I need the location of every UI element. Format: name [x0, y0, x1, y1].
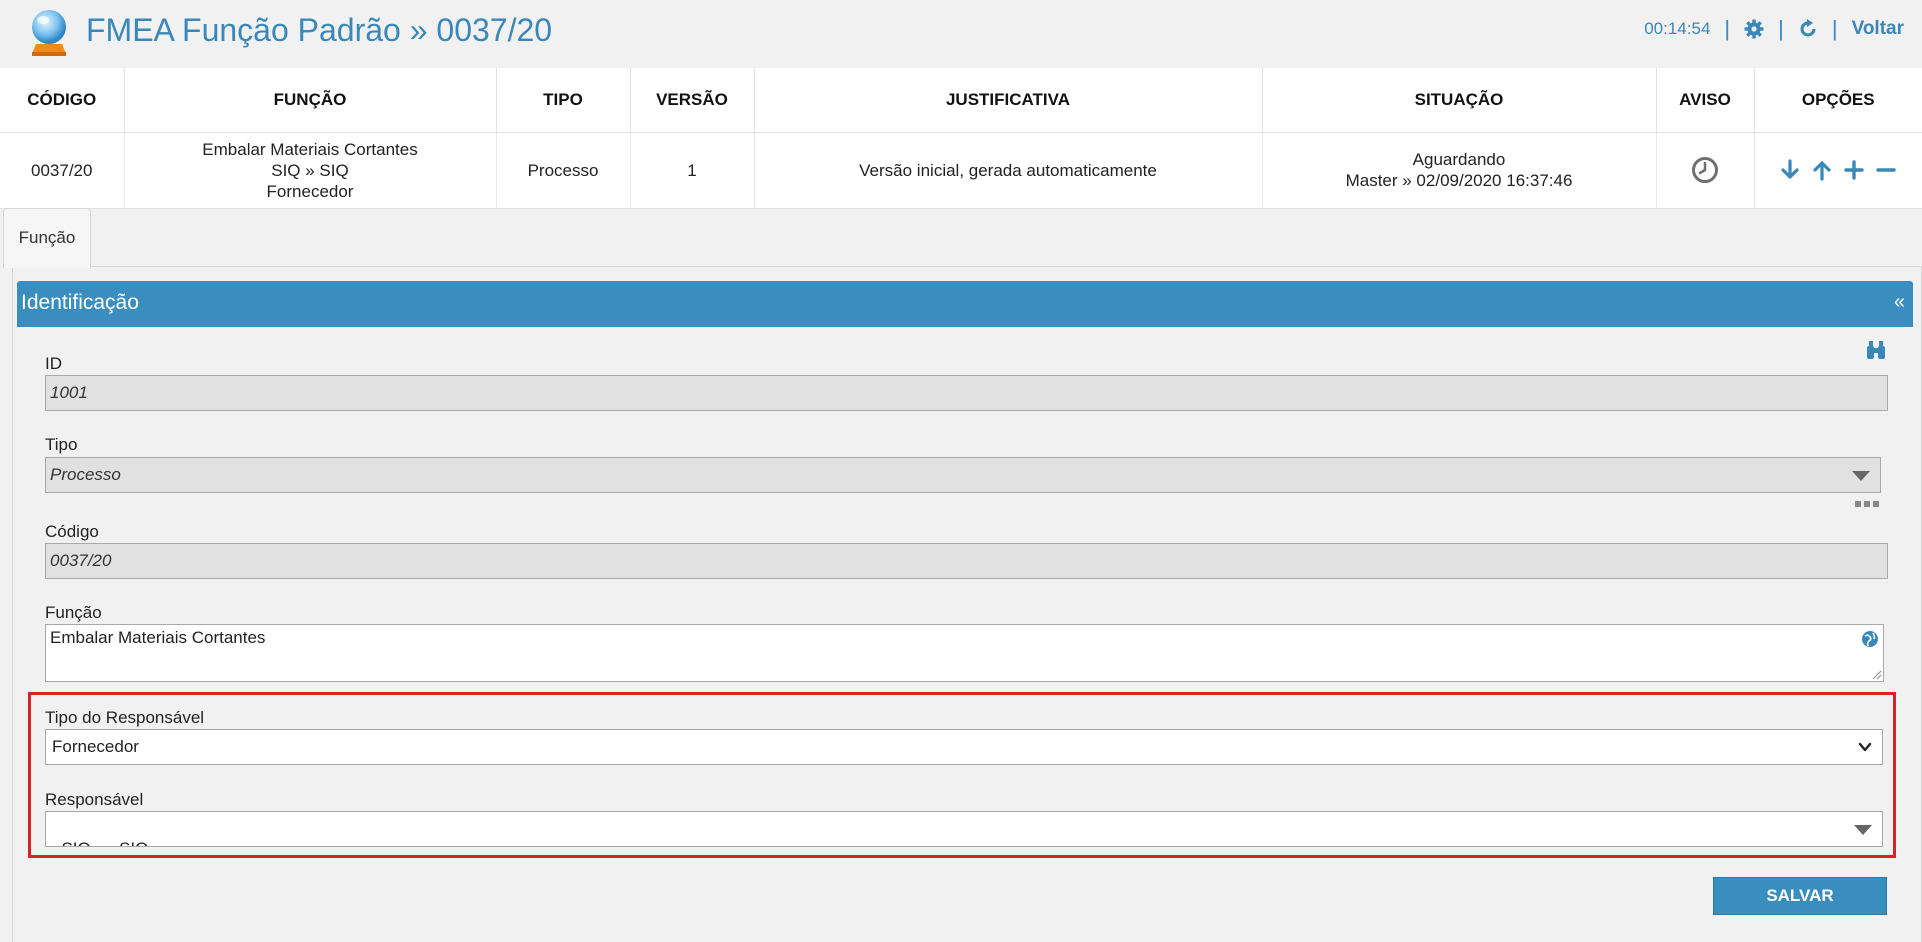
resize-handle-icon[interactable]	[1870, 668, 1882, 680]
back-link[interactable]: Voltar	[1852, 18, 1904, 40]
minus-icon[interactable]	[1875, 159, 1897, 181]
column-header: FUNÇÃO	[124, 68, 497, 133]
top-toolbar: 00:14:54 | | | Voltar	[1644, 18, 1904, 40]
cell-funcao: Embalar Materiais Cortantes SIQ » SIQ Fo…	[124, 132, 497, 209]
separator: |	[1778, 16, 1784, 41]
table-header-row: CÓDIGO FUNÇÃO TIPO VERSÃO JUSTIFICATIVA …	[0, 68, 1922, 133]
cell-justificativa: Versão inicial, gerada automaticamente	[754, 132, 1263, 209]
situacao-line: Aguardando	[1412, 150, 1506, 169]
id-field: 1001	[45, 375, 1888, 411]
cell-situacao: Aguardando Master » 02/09/2020 16:37:46	[1262, 132, 1657, 209]
cell-versao: 1	[630, 132, 755, 209]
cell-tipo: Processo	[496, 132, 631, 209]
funcao-line: SIQ » SIQ	[271, 160, 349, 180]
summary-table: CÓDIGO FUNÇÃO TIPO VERSÃO JUSTIFICATIVA …	[0, 68, 1922, 209]
tipo-responsavel-value: Fornecedor	[52, 737, 139, 756]
chevron-down-icon	[1858, 742, 1872, 752]
gear-icon[interactable]	[1744, 19, 1764, 39]
tipo-label: Tipo	[45, 435, 78, 454]
dropdown-arrow-icon	[1854, 825, 1872, 835]
app-header: FMEA Função Padrão » 0037/20 00:14:54 | …	[0, 0, 1922, 68]
tipo-select: Processo	[45, 457, 1881, 493]
column-header: OPÇÕES	[1754, 68, 1922, 133]
cell-aviso	[1656, 132, 1755, 209]
tab-funcao[interactable]: Função	[3, 208, 91, 268]
page-title: FMEA Função Padrão » 0037/20	[86, 12, 553, 48]
more-icon[interactable]	[1855, 500, 1879, 508]
funcao-line: Embalar Materiais Cortantes	[202, 139, 418, 159]
column-header: TIPO	[496, 68, 631, 133]
cell-opcoes	[1754, 132, 1922, 209]
panel-header: Identificação «	[17, 281, 1913, 327]
cell-codigo: 0037/20	[0, 132, 125, 209]
situacao-line: Master » 02/09/2020 16:37:46	[1345, 171, 1573, 190]
collapse-toggle[interactable]: «	[1894, 291, 1905, 314]
codigo-label: Código	[45, 522, 99, 541]
plus-icon[interactable]	[1843, 159, 1865, 181]
tipo-responsavel-select[interactable]: Fornecedor	[45, 729, 1883, 765]
crystal-ball-icon	[32, 10, 66, 56]
arrow-up-icon[interactable]	[1811, 159, 1833, 181]
globe-icon[interactable]	[1861, 630, 1879, 648]
table-row: 0037/20 Embalar Materiais Cortantes SIQ …	[0, 132, 1922, 209]
session-timer: 00:14:54	[1644, 19, 1711, 38]
arrow-down-icon[interactable]	[1779, 159, 1801, 181]
tipo-value: Processo	[50, 465, 121, 484]
id-label: ID	[45, 354, 62, 373]
column-header: CÓDIGO	[0, 68, 125, 133]
separator: |	[1724, 16, 1731, 41]
funcao-text: Embalar Materiais Cortantes	[50, 628, 266, 647]
funcao-line: Fornecedor	[266, 181, 354, 201]
column-header: SITUAÇÃO	[1262, 68, 1657, 133]
responsavel-label: Responsável	[45, 790, 144, 809]
panel-title: Identificação	[21, 291, 139, 314]
responsavel-value: SIQ » SIQ	[61, 839, 148, 846]
column-header: AVISO	[1656, 68, 1755, 133]
column-header: VERSÃO	[630, 68, 755, 133]
clock-icon[interactable]	[1691, 156, 1719, 184]
column-header: JUSTIFICATIVA	[754, 68, 1263, 133]
save-button[interactable]: SALVAR	[1713, 877, 1887, 915]
tipo-responsavel-label: Tipo do Responsável	[45, 708, 205, 727]
funcao-textarea[interactable]: Embalar Materiais Cortantes	[45, 624, 1884, 682]
separator: |	[1831, 16, 1838, 41]
funcao-label: Função	[45, 603, 102, 622]
responsavel-select[interactable]: SIQ » SIQ	[45, 811, 1883, 847]
refresh-icon[interactable]	[1798, 19, 1818, 39]
codigo-field: 0037/20	[45, 543, 1888, 579]
binoculars-icon[interactable]	[1865, 340, 1887, 360]
dropdown-arrow-icon	[1852, 471, 1870, 481]
